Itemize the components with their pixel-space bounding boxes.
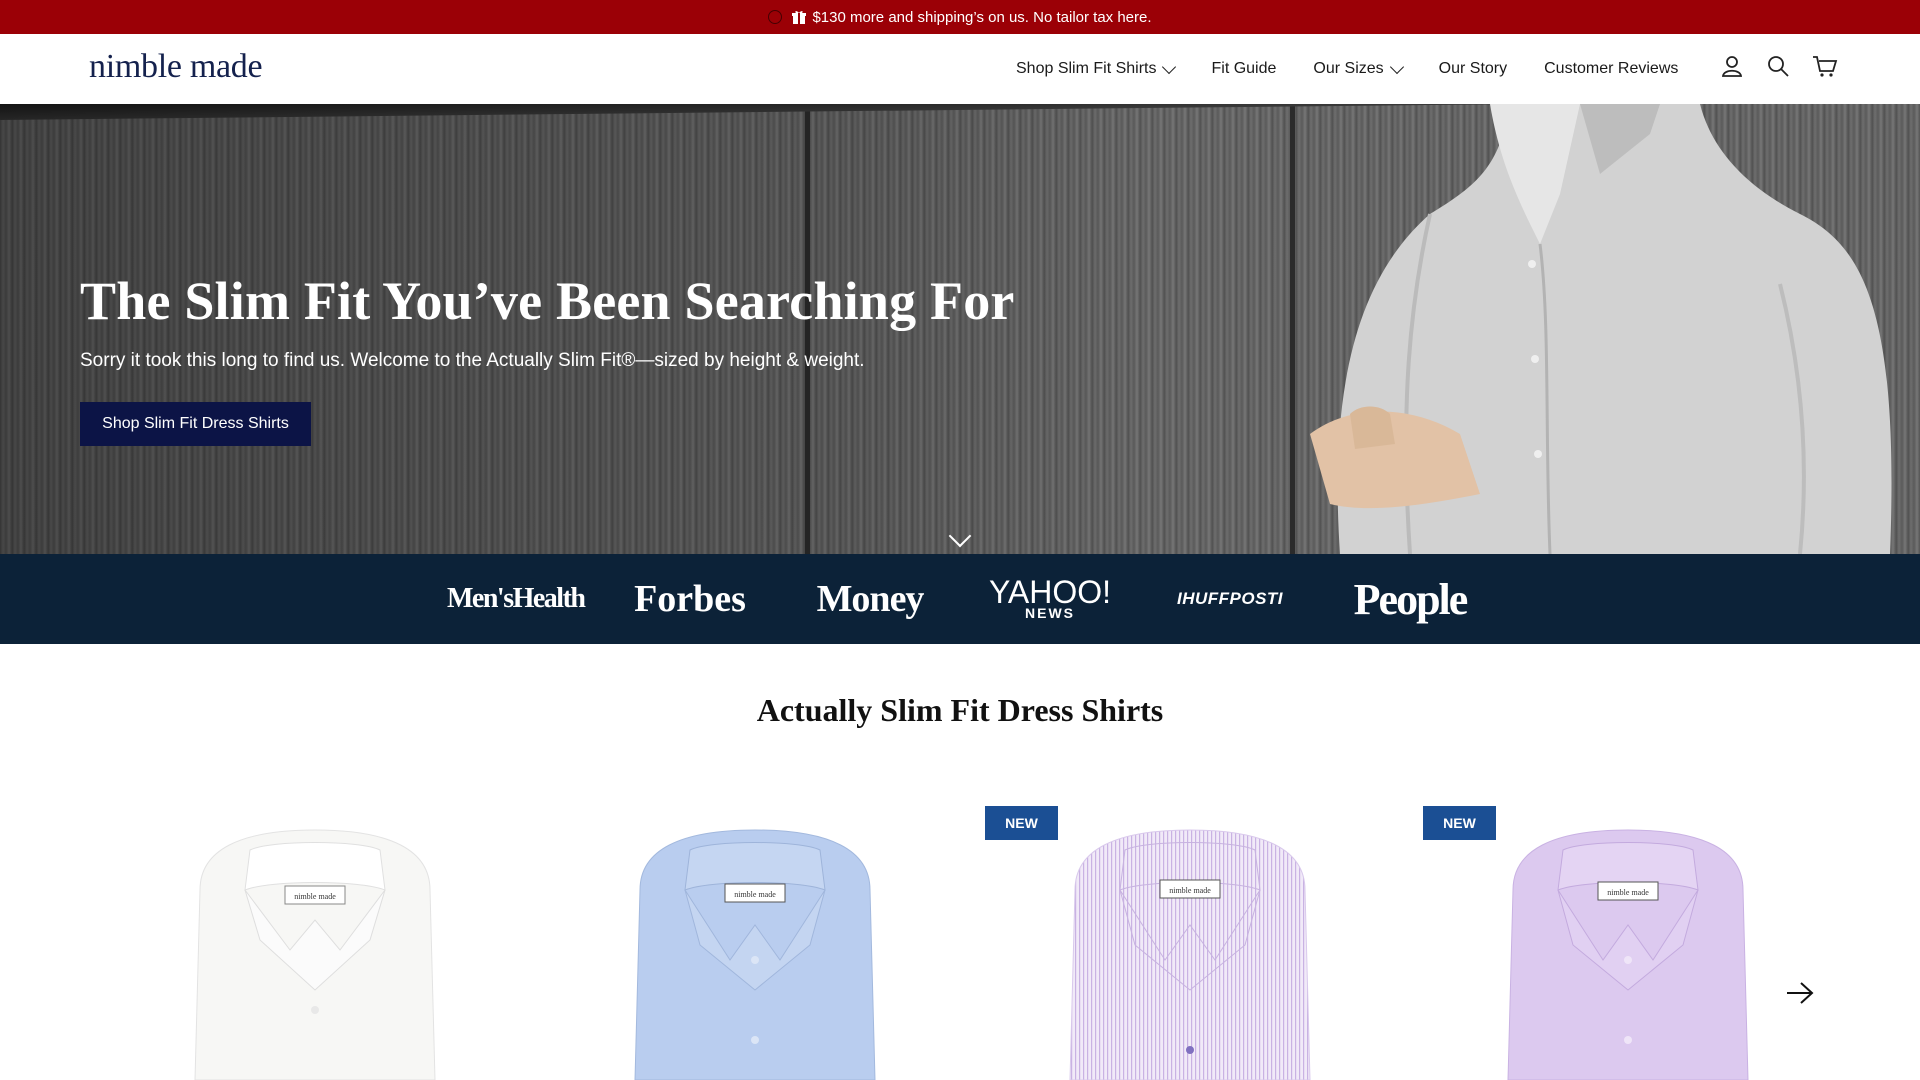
press-logos-bar: Men'sHealth Forbes Money YAHOO! NEWS IHU… (0, 554, 1920, 644)
main-nav: Shop Slim Fit Shirts Fit Guide Our Sizes… (1016, 34, 1715, 104)
product-carousel: nimble made nimble made NEW nimble made … (0, 800, 1920, 1080)
money-logo: Money (816, 578, 925, 620)
hero-banner: The Slim Fit You’ve Been Searching For S… (0, 104, 1920, 554)
hero-model-image (1310, 104, 1892, 554)
pause-icon[interactable] (768, 10, 783, 24)
cart-icon[interactable] (1812, 54, 1838, 78)
lavender-shirt-image: nimble made (1507, 829, 1749, 1080)
mens-health-logo: Men'sHealth (447, 583, 586, 614)
product-card[interactable]: nimble made (580, 800, 930, 1080)
shirt-label-text: nimble made (734, 890, 776, 899)
shirt-label-text: nimble made (1607, 888, 1649, 897)
nav-our-story[interactable]: Our Story (1439, 60, 1507, 78)
chevron-down-icon (1162, 59, 1177, 74)
nav-label: Customer Reviews (1544, 60, 1679, 77)
chevron-down-icon (1389, 59, 1404, 74)
nav-customer-reviews[interactable]: Customer Reviews (1544, 60, 1678, 78)
nav-shop-slim-fit-shirts[interactable]: Shop Slim Fit Shirts (1016, 59, 1177, 78)
hero-subtitle: Sorry it took this long to find us. Welc… (80, 350, 865, 371)
new-badge: NEW (1423, 806, 1496, 840)
lavender-stripe-shirt-image: nimble made (1069, 829, 1311, 1080)
new-badge: NEW (985, 806, 1058, 840)
site-logo[interactable]: nimble made (89, 48, 263, 86)
account-icon[interactable] (1720, 54, 1744, 78)
product-card[interactable]: NEW nimble made (1423, 800, 1773, 1080)
huffpost-logo: IHUFFPOSTI (1176, 589, 1284, 608)
carousel-next-arrow-icon[interactable] (1785, 980, 1815, 1006)
product-card[interactable]: nimble made (140, 800, 490, 1080)
shop-slim-fit-dress-shirts-button[interactable]: Shop Slim Fit Dress Shirts (80, 402, 311, 446)
gift-icon (792, 11, 807, 24)
announcement-text[interactable]: $130 more and shipping’s on us. No tailo… (812, 9, 1151, 26)
blue-shirt-image: nimble made (634, 829, 876, 1080)
white-shirt-image: nimble made (194, 829, 436, 1080)
nav-label: Our Story (1438, 60, 1508, 77)
announcement-bar: $130 more and shipping’s on us. No tailo… (0, 0, 1920, 34)
hero-title: The Slim Fit You’ve Been Searching For (80, 271, 1015, 331)
search-icon[interactable] (1766, 54, 1790, 78)
nav-our-sizes[interactable]: Our Sizes (1313, 59, 1404, 78)
nav-label: Fit Guide (1211, 60, 1277, 77)
people-logo: People (1353, 574, 1469, 624)
header-icons (1720, 54, 1860, 78)
nav-fit-guide[interactable]: Fit Guide (1211, 60, 1276, 78)
yahoo-news-logo: YAHOO! NEWS (987, 576, 1113, 620)
forbes-logo: Forbes (634, 578, 746, 620)
shirt-label-text: nimble made (1169, 886, 1211, 895)
product-card[interactable]: NEW nimble made (985, 800, 1335, 1080)
shirt-label-text: nimble made (294, 892, 336, 901)
nav-label: Shop Slim Fit Shirts (1016, 60, 1157, 77)
site-header: nimble made Shop Slim Fit Shirts Fit Gui… (0, 34, 1920, 105)
nav-label: Our Sizes (1313, 60, 1384, 77)
section-title: Actually Slim Fit Dress Shirts (756, 692, 1164, 728)
